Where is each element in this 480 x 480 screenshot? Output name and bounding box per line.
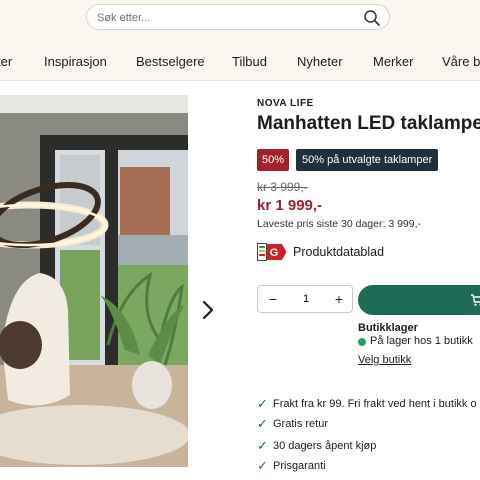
decrease-quantity-button[interactable]: − xyxy=(264,289,282,309)
cart-icon xyxy=(471,294,480,306)
nav-item-tilbud[interactable]: Tilbud xyxy=(232,54,267,69)
product-brand[interactable]: NOVA LIFE xyxy=(257,98,314,109)
energy-label-icon[interactable]: G xyxy=(257,243,287,261)
check-icon: ✓ xyxy=(257,438,268,453)
usp-price-guarantee: Prisgaranti xyxy=(273,460,326,472)
stock-status: På lager hos 1 butikk xyxy=(370,335,473,347)
search-icon[interactable] xyxy=(363,9,381,27)
datasheet-link[interactable]: Produktdatablad xyxy=(293,245,384,259)
add-to-cart-button[interactable] xyxy=(358,285,480,315)
nav-item-inspirasjon[interactable]: Inspirasjon xyxy=(44,54,107,69)
quantity-stepper: − + xyxy=(257,285,353,313)
check-icon: ✓ xyxy=(257,396,268,411)
usp-open-purchase: 30 dagers åpent kjøp xyxy=(273,440,377,452)
increase-quantity-button[interactable]: + xyxy=(330,289,348,309)
quantity-input[interactable] xyxy=(294,290,318,308)
header-divider xyxy=(0,80,480,81)
choose-store-link[interactable]: Velg butikk xyxy=(358,354,411,366)
nav-item-partial[interactable]: ter xyxy=(0,54,12,69)
lowest-price-note: Laveste pris siste 30 dager: 3 999,- xyxy=(257,218,422,230)
old-price: kr 3 999,- xyxy=(257,180,308,194)
nav-item-merker[interactable]: Merker xyxy=(373,54,413,69)
discount-badge: 50% xyxy=(257,149,290,171)
search-bar xyxy=(86,4,390,30)
product-image[interactable] xyxy=(0,95,188,467)
stock-status-dot xyxy=(358,338,366,346)
search-input[interactable] xyxy=(97,9,357,27)
nav-item-vaare-butikker[interactable]: Våre b xyxy=(442,54,480,69)
nav-item-bestselgere[interactable]: Bestselgere xyxy=(136,54,205,69)
product-photo-illustration xyxy=(0,95,188,467)
current-price: kr 1 999,- xyxy=(257,197,323,214)
check-icon: ✓ xyxy=(257,416,268,431)
nav-item-nyheter[interactable]: Nyheter xyxy=(297,54,343,69)
site-header: ter Inspirasjon Bestselgere Tilbud Nyhet… xyxy=(0,0,480,80)
energy-class-letter: G xyxy=(270,247,279,259)
product-title: Manhatten LED taklampe xyxy=(257,113,480,134)
check-icon: ✓ xyxy=(257,458,268,473)
promo-badge[interactable]: 50% på utvalgte taklamper xyxy=(296,149,439,171)
usp-shipping: Frakt fra kr 99. Fri frakt ved hent i bu… xyxy=(273,398,477,410)
chevron-right-icon[interactable] xyxy=(199,300,217,320)
store-stock-heading: Butikklager xyxy=(358,322,418,334)
usp-free-returns: Gratis retur xyxy=(273,418,329,430)
